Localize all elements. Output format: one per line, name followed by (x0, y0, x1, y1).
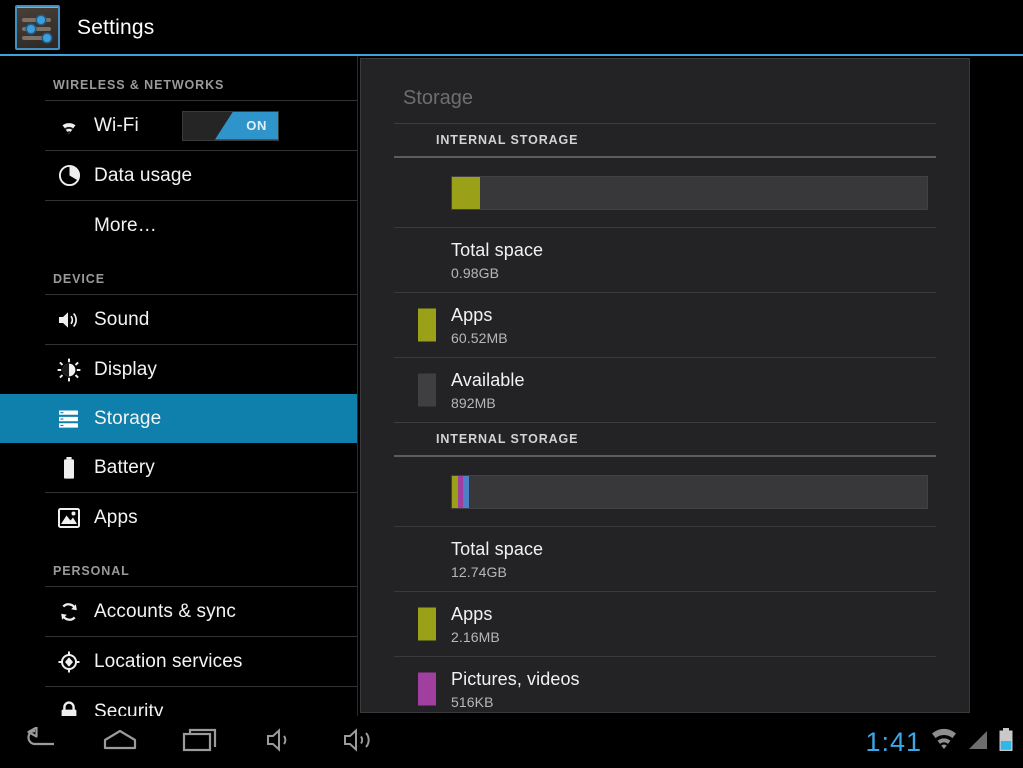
sidebar-item-storage[interactable]: Storage (0, 394, 357, 443)
sync-icon (56, 599, 82, 625)
storage-usage-bar-2 (451, 475, 928, 509)
volume-up-button[interactable] (320, 716, 400, 768)
storage-row-value: 0.98GB (451, 264, 500, 281)
sidebar-item-wifi[interactable]: Wi-Fi ON (0, 101, 357, 150)
storage-row-apps-1[interactable]: Apps 60.52MB (394, 292, 936, 357)
storage-row-label: Available (451, 370, 525, 391)
storage-row-value: 12.74GB (451, 563, 507, 580)
back-button[interactable] (0, 716, 80, 768)
sidebar-item-label: More… (94, 214, 157, 236)
storage-row-label: Apps (451, 305, 493, 326)
sidebar-item-label: Storage (94, 407, 162, 429)
storage-row-value: 2.16MB (451, 628, 500, 645)
storage-row-label: Pictures, videos (451, 669, 580, 690)
sidebar-item-sound[interactable]: Sound (0, 295, 357, 344)
storage-section-header-2: INTERNAL STORAGE (394, 422, 936, 457)
storage-bar-row-1 (361, 158, 969, 227)
sidebar-section-header-personal: PERSONAL (53, 564, 130, 578)
bar-segment-misc (463, 476, 469, 508)
storage-usage-bar-1 (451, 176, 928, 210)
page-title: Settings (77, 15, 155, 39)
sidebar-item-label: Accounts & sync (94, 600, 236, 622)
color-swatch (418, 373, 436, 407)
sidebar-item-label: Apps (94, 506, 138, 528)
sidebar-item-accounts-sync[interactable]: Accounts & sync (0, 587, 357, 636)
storage-content-panel: Storage INTERNAL STORAGE Total space 0.9… (360, 58, 970, 713)
home-button[interactable] (80, 716, 160, 768)
storage-row-apps-2[interactable]: Apps 2.16MB (394, 591, 936, 656)
system-navigation-bar: 1:41 (0, 716, 1023, 768)
title-bar: Settings (0, 0, 1023, 55)
storage-row-total-space-2[interactable]: Total space 12.74GB (394, 526, 936, 591)
sliders-icon (15, 5, 60, 50)
speaker-icon (56, 307, 82, 333)
apps-icon (56, 505, 82, 531)
storage-row-label: Apps (451, 604, 493, 625)
color-swatch (418, 672, 436, 706)
sidebar-item-display[interactable]: Display (0, 345, 357, 394)
sidebar-item-apps[interactable]: Apps (0, 493, 357, 542)
storage-row-value: 60.52MB (451, 329, 508, 346)
storage-row-total-space-1[interactable]: Total space 0.98GB (394, 227, 936, 292)
home-icon (101, 728, 139, 757)
pie-chart-icon (56, 163, 82, 189)
wifi-toggle-switch[interactable]: ON (182, 110, 279, 141)
content-title: Storage (403, 87, 474, 109)
sidebar-item-label: Display (94, 358, 157, 380)
battery-icon (56, 455, 82, 481)
storage-row-pictures-videos-2[interactable]: Pictures, videos 516KB (394, 656, 936, 712)
color-swatch (418, 308, 436, 342)
brightness-icon (56, 357, 82, 383)
volume-down-button[interactable] (240, 716, 320, 768)
storage-row-value: 516KB (451, 693, 494, 710)
wifi-signal-icon[interactable] (929, 728, 959, 757)
location-icon (56, 649, 82, 675)
toggle-state-label: ON (246, 118, 267, 133)
sidebar-item-more[interactable]: More… (0, 201, 357, 250)
sidebar-item-battery[interactable]: Battery (0, 443, 357, 492)
settings-sidebar: WIRELESS & NETWORKS Wi-Fi ON Data usage … (0, 56, 358, 722)
sidebar-section-header-wireless: WIRELESS & NETWORKS (53, 78, 225, 92)
storage-icon (56, 406, 82, 432)
sidebar-item-label: Data usage (94, 164, 193, 186)
storage-row-label: Total space (451, 539, 544, 560)
storage-row-label: Total space (451, 240, 544, 261)
sidebar-section-header-device: DEVICE (53, 272, 105, 286)
sidebar-item-location-services[interactable]: Location services (0, 637, 357, 686)
color-swatch (418, 607, 436, 641)
status-clock[interactable]: 1:41 (865, 727, 922, 758)
wifi-icon (56, 113, 82, 139)
storage-bar-row-2 (361, 457, 969, 526)
recents-icon (182, 727, 218, 758)
storage-row-available-1[interactable]: Available 892MB (394, 357, 936, 422)
battery-status-icon[interactable] (997, 727, 1015, 758)
recents-button[interactable] (160, 716, 240, 768)
sidebar-item-label: Wi-Fi (94, 114, 139, 136)
volume-down-icon (263, 727, 297, 758)
sidebar-item-label: Sound (94, 308, 150, 330)
back-icon (23, 725, 57, 758)
storage-section-header-1: INTERNAL STORAGE (394, 123, 936, 158)
storage-row-value: 892MB (451, 394, 496, 411)
sidebar-item-label: Location services (94, 650, 243, 672)
sidebar-item-label: Battery (94, 456, 155, 478)
cell-signal-icon[interactable] (966, 728, 990, 757)
sidebar-item-data-usage[interactable]: Data usage (0, 151, 357, 200)
bar-segment-apps (452, 177, 481, 209)
volume-up-icon (341, 727, 379, 758)
